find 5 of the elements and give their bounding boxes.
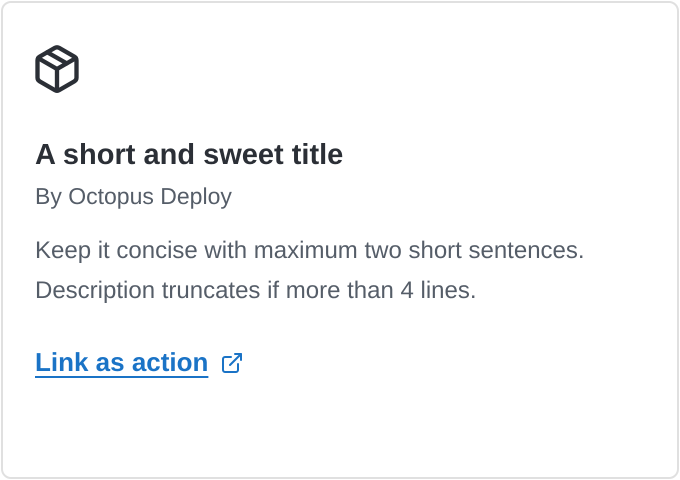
external-link-icon	[220, 350, 244, 374]
card-title: A short and sweet title	[35, 138, 344, 173]
description-text: Keep it concise with maximum two short sentences. Description truncates if more than 4 lines.	[35, 236, 586, 306]
author-text: By Octopus Deploy	[35, 182, 233, 211]
action-link[interactable]: Link as action	[35, 343, 244, 382]
